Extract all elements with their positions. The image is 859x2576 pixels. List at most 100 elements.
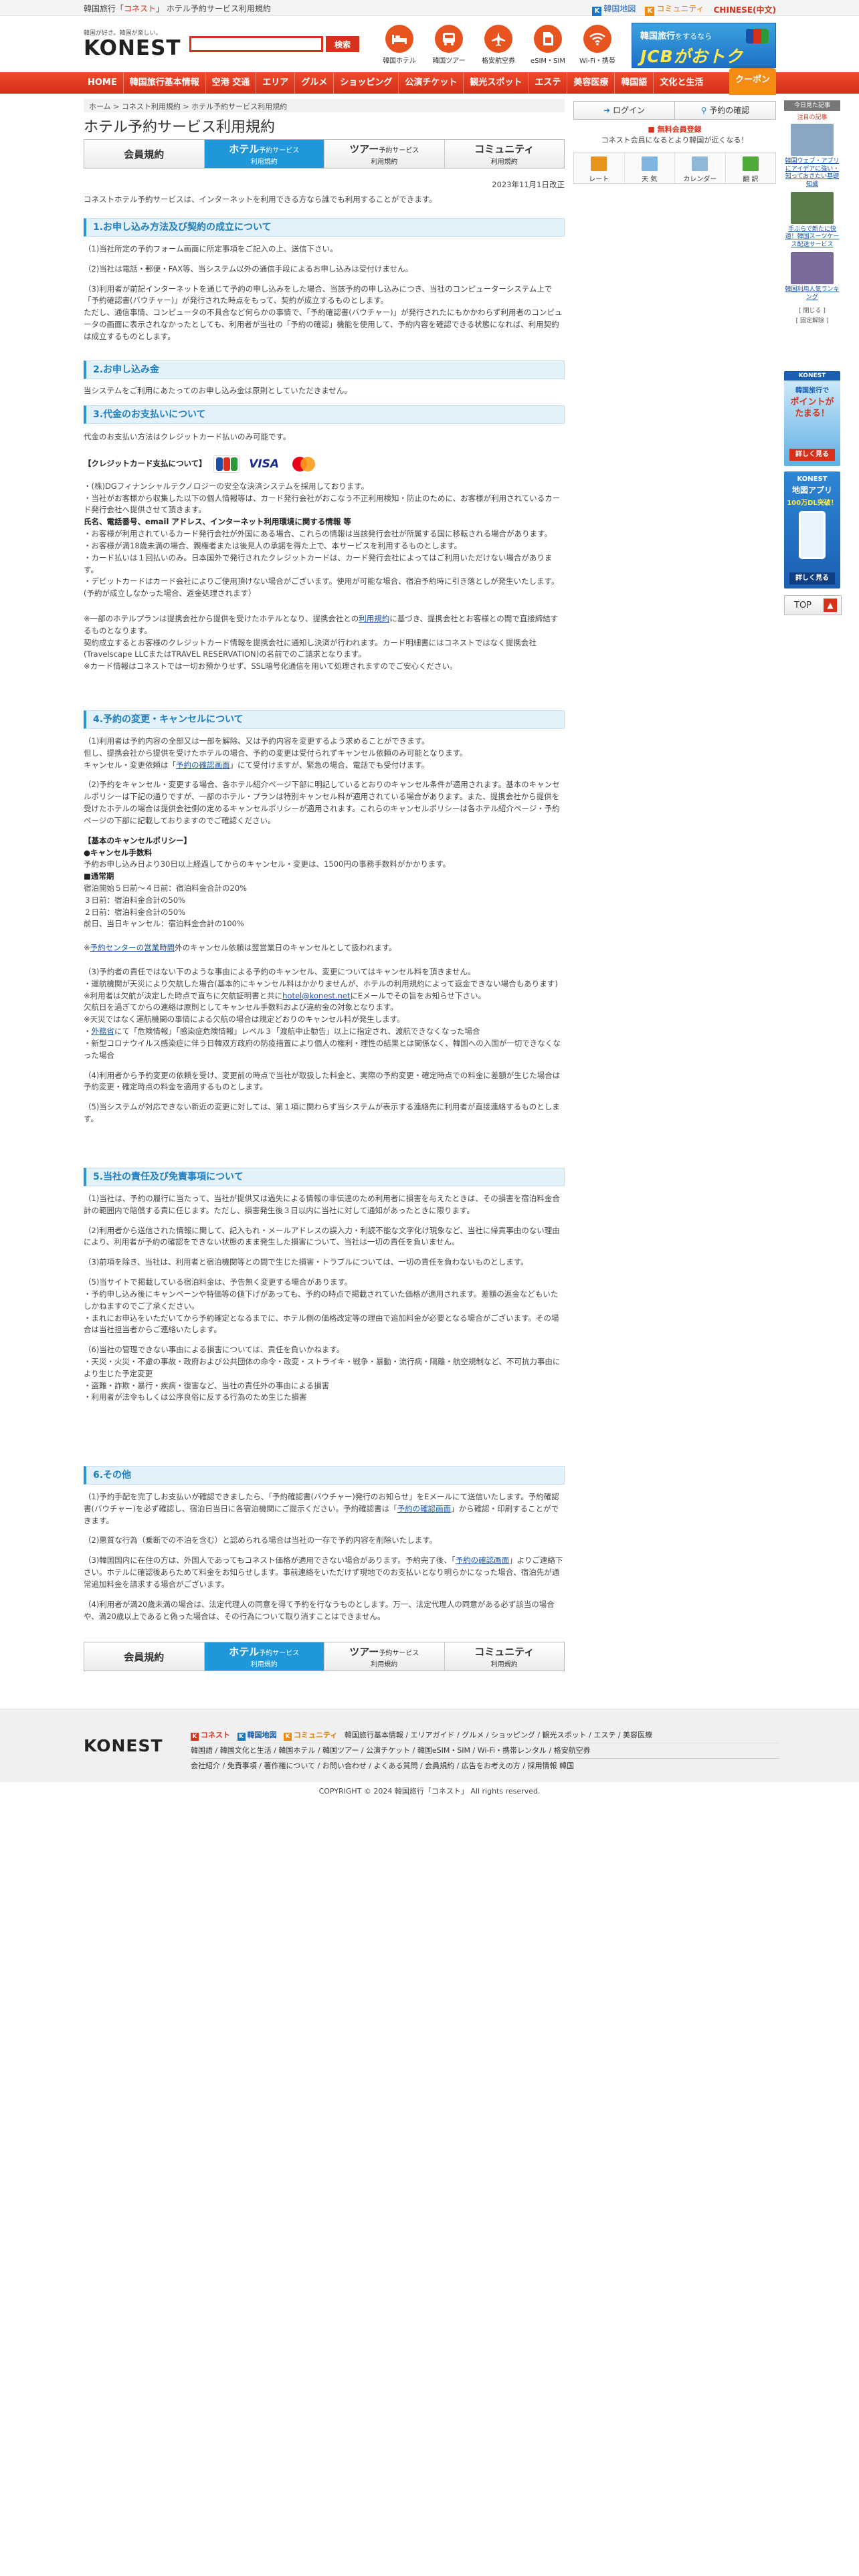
section-5-item-5b: ・天災・火災・不慮の事故・政府および公共団体の命令・政変・ストライキ・戦争・暴動…	[84, 1356, 561, 1378]
nav-item-home[interactable]: HOME	[82, 72, 124, 94]
section-4-item-4: （4)利用者から予約変更の依頼を受け、変更前の時点で当社が取扱した料金と、実際の…	[84, 1070, 561, 1092]
tab-tour-terms-sub: 利用規約	[371, 1661, 398, 1669]
footer-link-konest[interactable]: K コネスト	[191, 1731, 230, 1741]
top-link-community[interactable]: K コミュニティ	[645, 3, 704, 16]
tab-community-terms[interactable]: コミュニティ 利用規約	[444, 1642, 564, 1671]
revision-date: 2023年11月1日改正	[492, 180, 565, 189]
section-3-line-4: ・お客様が利用されているカード発行会社が外国にある場合、これらの情報は当該発行会…	[84, 529, 552, 539]
login-button[interactable]: ➜ ログイン	[574, 102, 675, 119]
ad-item-text: 手ぶらで新たに快適！韓国スーツケース配送サービス	[785, 225, 840, 249]
tab-tour-terms[interactable]: ツアー予約サービス 利用規約	[324, 140, 445, 168]
ad-item[interactable]: 韓国ウェブ・アプリにアイデアに強い・知っておきたい基礎知識	[784, 124, 840, 189]
intro-text: コネストホテル予約サービスは、インターネットを利用できる方なら誰でも利用すること…	[84, 195, 437, 204]
map-app-banner[interactable]: KONEST 地図アプリ 100万DL突破！ 詳しく見る	[784, 471, 840, 588]
top-crumb-brand[interactable]: コネスト	[124, 4, 156, 13]
section-6-heading: 6.その他	[84, 1466, 565, 1485]
service-wifi[interactable]: Wi-Fi・携帯	[577, 25, 618, 65]
footer-link-map[interactable]: K 韓国地図	[237, 1731, 277, 1741]
nav-item-tickets[interactable]: 公演チケット	[399, 72, 464, 94]
map-app-banner-button[interactable]: 詳しく見る	[789, 572, 835, 584]
resident-check-link[interactable]: 予約の確認画面	[456, 1555, 510, 1565]
breadcrumb[interactable]: ホーム > コネスト利用規約 > ホテル予約サービス利用規約	[84, 99, 565, 112]
service-flight[interactable]: 格安航空券	[478, 25, 519, 65]
konest-icon: K	[191, 1733, 199, 1741]
logo-area[interactable]: 韓国が好き。韓国が楽しい。 KONEST	[84, 28, 181, 60]
section-4-item-2: （2)予約をキャンセル・変更する場合、各ホテル紹介ページ下部に明記しているとおり…	[84, 780, 560, 825]
ad-close-button[interactable]: [ 閉じる ]	[784, 306, 840, 314]
util-calendar[interactable]: カレンダー	[675, 152, 726, 183]
partner-terms-link[interactable]: 利用規約	[359, 614, 389, 623]
bus-icon	[435, 25, 463, 53]
points-banner-line3: ポイントがたまる！	[790, 397, 834, 419]
footer-link-community[interactable]: K コミュニティ	[284, 1731, 337, 1741]
nav-item-shopping[interactable]: ショッピング	[334, 72, 399, 94]
ad-item[interactable]: 韓国利用人気ランキング	[784, 251, 840, 302]
service-tour[interactable]: 韓国ツアー	[428, 25, 470, 65]
nav-item-basic-info[interactable]: 韓国旅行基本情報	[124, 72, 206, 94]
search-button[interactable]: 検索	[326, 36, 359, 52]
nav-item-area[interactable]: エリア	[256, 72, 296, 94]
util-translate[interactable]: 翻 訳	[726, 152, 776, 183]
center-hours-link[interactable]: 予約センターの営業時間	[90, 943, 175, 952]
recent-articles-header: 今日見た記事	[784, 100, 840, 111]
section-5-item-5d: ・利用者が法令もしくは公序良俗に反する行為のため生じた損害	[84, 1392, 307, 1402]
coupon-tab[interactable]: クーポン	[729, 68, 776, 95]
nav-item-sightseeing[interactable]: 観光スポット	[464, 72, 529, 94]
weather-icon	[641, 156, 658, 171]
nav-item-gourmet[interactable]: グルメ	[295, 72, 335, 94]
util-rate[interactable]: レート	[574, 152, 625, 183]
tab-community-terms[interactable]: コミュニティ 利用規約	[444, 140, 564, 168]
ad-unpin-button[interactable]: [ 固定解除 ]	[784, 316, 840, 324]
reservation-check-button[interactable]: ⚲ 予約の確認	[675, 102, 775, 119]
service-esim[interactable]: eSIM・SIM	[527, 25, 569, 65]
terms-tabs-top: 会員規約 ホテル予約サービス 利用規約 ツアー予約サービス 利用規約 コミュニティ利…	[84, 139, 565, 169]
ad-item[interactable]: 手ぶらで新たに快適！韓国スーツケース配送サービス	[784, 191, 840, 249]
util-weather[interactable]: 天 気	[625, 152, 675, 183]
tab-tour-terms[interactable]: ツアー予約サービス 利用規約	[324, 1642, 445, 1671]
normal-season-line-1: 宿泊開始５日前～４日前：宿泊料金合計の20%	[84, 883, 248, 893]
map-icon: K	[592, 7, 602, 16]
section-4-body: （1)利用者は予約内容の全部又は一部を解除、又は予約内容を変更するよう求めること…	[84, 736, 565, 1125]
search-input[interactable]	[189, 36, 323, 52]
tab-hotel-terms[interactable]: ホテル予約サービス 利用規約	[204, 140, 324, 168]
top-link-map[interactable]: K 韓国地図	[592, 3, 636, 16]
back-to-top-label: TOP	[794, 600, 812, 611]
tab-member-terms[interactable]: 会員規約	[84, 140, 205, 168]
footer-logo[interactable]: KONEST	[84, 1736, 163, 1755]
footer-row-1-links[interactable]: 韓国旅行基本情報 / エリアガイド / グルメ / ショッピング / 観光スポッ…	[345, 1731, 652, 1739]
top-link-chinese[interactable]: CHINESE(中文)	[714, 4, 776, 15]
reservation-check-link[interactable]: 予約の確認画面	[176, 760, 230, 770]
nav-item-esthetic[interactable]: エステ	[529, 72, 568, 94]
nav-item-culture[interactable]: 文化と生活	[654, 72, 709, 94]
points-banner[interactable]: KONEST 韓国旅行で ポイントがたまる！ 詳しく見る	[784, 371, 840, 466]
section-1-item-3b: ただし、通信事情、コンピュータの不具合など何らかの事情で、「予約確認書(バウチャ…	[84, 308, 563, 341]
nav-item-beauty-medical[interactable]: 美容医療	[567, 72, 615, 94]
tab-member-terms[interactable]: 会員規約	[84, 1642, 205, 1671]
header: 韓国が好き。韓国が楽しい。 KONEST 検索 韓国ホテル 韓国ツアー 格安航空…	[0, 16, 859, 72]
voucher-check-link[interactable]: 予約の確認画面	[397, 1504, 452, 1513]
cancel-fee-title: ●キャンセル手数料	[84, 847, 153, 857]
nav-item-korean[interactable]: 韓国語	[615, 72, 654, 94]
section-6-body: （1)予約手配を完了しお支払いが確認できましたら、「予約確認書(バウチャー)発行…	[84, 1491, 565, 1622]
service-hotel[interactable]: 韓国ホテル	[379, 25, 420, 65]
footer-row-2[interactable]: 韓国語 / 韓国文化と生活 / 韓国ホテル / 韓国ツアー / 公演チケット /…	[191, 1743, 779, 1758]
section-4-item-1a: （1)利用者は予約内容の全部又は一部を解除、又は予約内容を変更するよう求めること…	[84, 736, 430, 746]
hotel-email-link[interactable]: hotel@konest.net	[282, 991, 350, 1000]
tab-community-terms-sub: 利用規約	[490, 1661, 518, 1669]
tab-hotel-terms[interactable]: ホテル予約サービス 利用規約	[204, 1642, 324, 1671]
login-label: ログイン	[612, 106, 645, 115]
register-box[interactable]: ■ 無料会員登録 コネスト会員になるとより韓国が近くなる！	[573, 124, 776, 148]
jcb-banner[interactable]: 韓国旅行をするなら JCBがおトク	[632, 23, 776, 68]
back-to-top-button[interactable]: TOP ▲	[784, 595, 842, 615]
nav-item-airport-transport[interactable]: 空港 交通	[206, 72, 257, 94]
mofa-link[interactable]: 外務省	[92, 1027, 115, 1036]
section-4-item-3c-pre: ※利用者は欠航が決定した時点で直ちに欠航証明書と共に	[84, 990, 283, 1000]
register-link[interactable]: ■ 無料会員登録	[573, 124, 776, 134]
points-banner-button[interactable]: 詳しく見る	[789, 449, 835, 461]
service-wifi-label: Wi-Fi・携帯	[579, 58, 615, 65]
footer-row-3[interactable]: 会社紹介 / 免責事項 / 著作権について / お問い合わせ / よくある質問 …	[191, 1758, 779, 1774]
service-icons: 韓国ホテル 韓国ツアー 格安航空券 eSIM・SIM Wi-Fi・携帯	[379, 25, 618, 65]
jcb-banner-line2: JCBがおトク	[640, 47, 743, 66]
